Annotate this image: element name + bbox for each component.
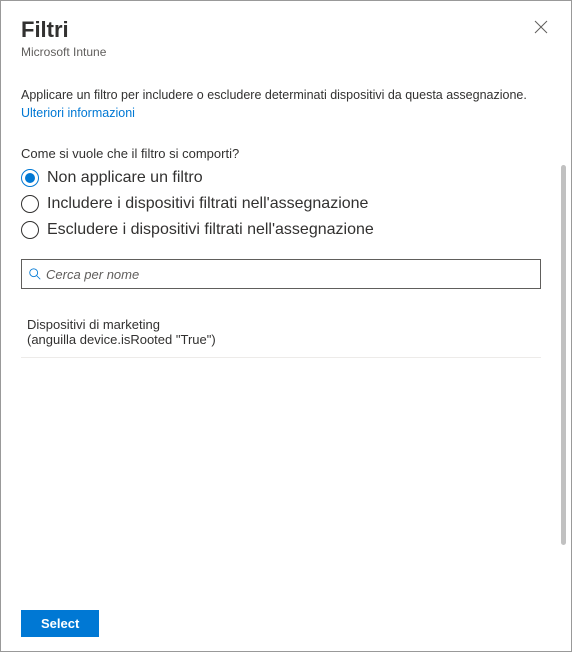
radio-option-include[interactable]: Includere i dispositivi filtrati nell'as… (21, 193, 541, 215)
radio-label: Escludere i dispositivi filtrati nell'as… (47, 221, 374, 239)
search-icon (28, 267, 42, 281)
radio-circle-icon (21, 169, 39, 187)
radio-circle-icon (21, 221, 39, 239)
main-content: Come si vuole che il filtro si comporti?… (1, 126, 571, 596)
filter-item-name: Dispositivi di marketing (27, 317, 535, 332)
panel-footer: Select (1, 596, 571, 651)
panel-title: Filtri (21, 17, 551, 43)
radio-circle-icon (21, 195, 39, 213)
radio-option-none[interactable]: Non applicare un filtro (21, 167, 541, 189)
select-button[interactable]: Select (21, 610, 99, 637)
close-button[interactable] (531, 17, 551, 37)
search-input[interactable] (46, 267, 534, 282)
panel-subtitle: Microsoft Intune (21, 45, 551, 59)
radio-label: Includere i dispositivi filtrati nell'as… (47, 195, 368, 213)
radio-label: Non applicare un filtro (47, 169, 203, 187)
filter-behavior-radio-group: Non applicare un filtro Includere i disp… (21, 167, 541, 241)
panel-description: Applicare un filtro per includere o escl… (1, 63, 571, 126)
filter-list-item[interactable]: Dispositivi di marketing (anguilla devic… (21, 309, 541, 358)
search-box[interactable] (21, 259, 541, 289)
learn-more-link[interactable]: Ulteriori informazioni (21, 106, 135, 120)
description-text: Applicare un filtro per includere o escl… (21, 88, 527, 102)
close-icon (534, 20, 548, 34)
filter-list: Dispositivi di marketing (anguilla devic… (21, 309, 541, 358)
panel-header: Filtri Microsoft Intune (1, 1, 571, 63)
radio-dot-icon (25, 173, 35, 183)
scrollbar[interactable] (561, 165, 566, 545)
filter-item-rule: (anguilla device.isRooted "True") (27, 332, 535, 347)
radio-option-exclude[interactable]: Escludere i dispositivi filtrati nell'as… (21, 219, 541, 241)
filter-behavior-question: Come si vuole che il filtro si comporti? (21, 146, 541, 161)
